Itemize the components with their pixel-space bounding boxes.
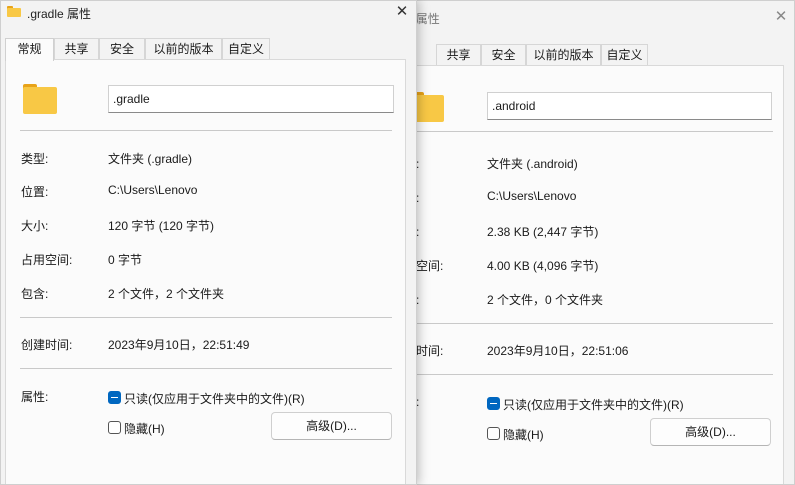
size-label: 大小: bbox=[21, 219, 49, 233]
hidden-label[interactable]: 隐藏(H) bbox=[503, 426, 544, 443]
tab-security[interactable]: 安全 bbox=[99, 38, 145, 60]
contains-label: 包含: bbox=[21, 287, 49, 301]
close-icon[interactable]: ✕ bbox=[772, 8, 790, 26]
folder-icon bbox=[23, 84, 57, 114]
separator bbox=[400, 131, 773, 132]
android-properties-window: ndroid 属性 ✕ 共享 安全 以前的版本 自定义 型: 文件夹 (.and… bbox=[378, 0, 795, 485]
tab-sharing[interactable]: 共享 bbox=[54, 38, 99, 60]
type-value: 文件夹 (.android) bbox=[487, 157, 578, 171]
location-label: 位置: bbox=[21, 185, 49, 199]
contains-value: 2 个文件，2 个文件夹 bbox=[108, 287, 225, 301]
folder-name-input[interactable] bbox=[108, 85, 394, 113]
separator bbox=[20, 130, 392, 131]
created-value: 2023年9月10日，22:51:06 bbox=[487, 344, 629, 358]
separator bbox=[400, 323, 773, 324]
type-label: 类型: bbox=[21, 152, 49, 166]
folder-name-input[interactable] bbox=[487, 92, 772, 120]
size-on-disk-value: 0 字节 bbox=[108, 253, 143, 267]
created-value: 2023年9月10日，22:51:49 bbox=[108, 338, 250, 352]
advanced-button[interactable]: 高级(D)... bbox=[271, 412, 392, 440]
window-title: .gradle 属性 bbox=[27, 7, 92, 21]
title-bar[interactable]: .gradle 属性 ✕ bbox=[1, 1, 416, 33]
separator bbox=[400, 374, 773, 375]
close-icon[interactable]: ✕ bbox=[393, 3, 411, 21]
general-panel: 型: 文件夹 (.android) 置: C:\Users\Lenovo 小: … bbox=[383, 65, 784, 484]
readonly-checkbox[interactable] bbox=[108, 391, 121, 404]
readonly-label[interactable]: 只读(仅应用于文件夹中的文件)(R) bbox=[124, 390, 305, 407]
hidden-label[interactable]: 隐藏(H) bbox=[124, 420, 165, 437]
separator bbox=[20, 317, 392, 318]
tab-sharing[interactable]: 共享 bbox=[436, 44, 481, 66]
hidden-checkbox[interactable] bbox=[108, 421, 121, 434]
readonly-label[interactable]: 只读(仅应用于文件夹中的文件)(R) bbox=[503, 396, 684, 413]
tab-general[interactable]: 常规 bbox=[5, 38, 54, 61]
readonly-checkbox[interactable] bbox=[487, 397, 500, 410]
folder-icon bbox=[7, 6, 21, 17]
tab-previous-versions[interactable]: 以前的版本 bbox=[145, 38, 222, 60]
tab-customize[interactable]: 自定义 bbox=[601, 44, 648, 66]
tab-previous-versions[interactable]: 以前的版本 bbox=[526, 44, 601, 66]
tab-customize[interactable]: 自定义 bbox=[222, 38, 270, 60]
tab-security[interactable]: 安全 bbox=[481, 44, 526, 66]
general-panel: 类型: 文件夹 (.gradle) 位置: C:\Users\Lenovo 大小… bbox=[5, 59, 406, 484]
gradle-properties-window: .gradle 属性 ✕ 常规 共享 安全 以前的版本 自定义 类型: 文件夹 … bbox=[0, 0, 417, 485]
separator bbox=[20, 368, 392, 369]
size-value: 2.38 KB (2,447 字节) bbox=[487, 225, 599, 239]
created-label: 创建时间: bbox=[21, 338, 73, 352]
attributes-label: 属性: bbox=[21, 390, 49, 404]
tab-strip: 共享 安全 以前的版本 自定义 bbox=[379, 44, 794, 66]
location-value: C:\Users\Lenovo bbox=[487, 189, 577, 203]
tab-strip: 常规 共享 安全 以前的版本 自定义 bbox=[1, 38, 416, 61]
size-value: 120 字节 (120 字节) bbox=[108, 219, 215, 233]
title-bar[interactable]: ndroid 属性 ✕ bbox=[379, 1, 794, 33]
contains-value: 2 个文件，0 个文件夹 bbox=[487, 293, 604, 307]
hidden-checkbox[interactable] bbox=[487, 427, 500, 440]
type-value: 文件夹 (.gradle) bbox=[108, 152, 193, 166]
location-value: C:\Users\Lenovo bbox=[108, 183, 198, 197]
size-on-disk-value: 4.00 KB (4,096 字节) bbox=[487, 259, 599, 273]
size-on-disk-label: 占用空间: bbox=[21, 253, 73, 267]
advanced-button[interactable]: 高级(D)... bbox=[650, 418, 771, 446]
